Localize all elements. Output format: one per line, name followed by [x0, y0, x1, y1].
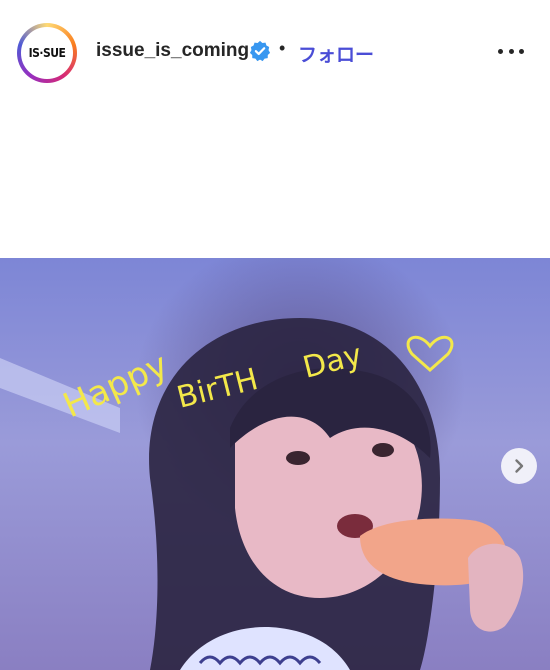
more-dot — [508, 48, 514, 54]
avatar-frame: IS·SUE — [21, 27, 73, 79]
more-options-icon[interactable] — [498, 38, 524, 64]
chevron-right-icon — [515, 459, 524, 473]
child-eye-right — [372, 443, 394, 457]
carousel-next-button[interactable] — [501, 448, 537, 484]
avatar[interactable]: IS·SUE — [17, 23, 77, 83]
post-photo[interactable]: Happy BirTH Day — [0, 258, 550, 670]
separator-dot: • — [279, 38, 286, 58]
heart-doodle — [406, 335, 454, 373]
photo-illustration: Happy BirTH Day — [0, 318, 524, 670]
child-eye-left — [286, 451, 310, 465]
more-dot — [498, 48, 503, 54]
more-dot — [519, 48, 524, 54]
avatar-logo: IS·SUE — [24, 30, 70, 76]
username-link[interactable]: issue_is_coming — [96, 40, 249, 62]
verified-badge-icon — [249, 40, 271, 62]
follow-button[interactable]: フォロー — [298, 40, 374, 67]
post-header: IS·SUE issue_is_coming • フォロー — [0, 0, 550, 104]
child-hand — [468, 543, 524, 632]
